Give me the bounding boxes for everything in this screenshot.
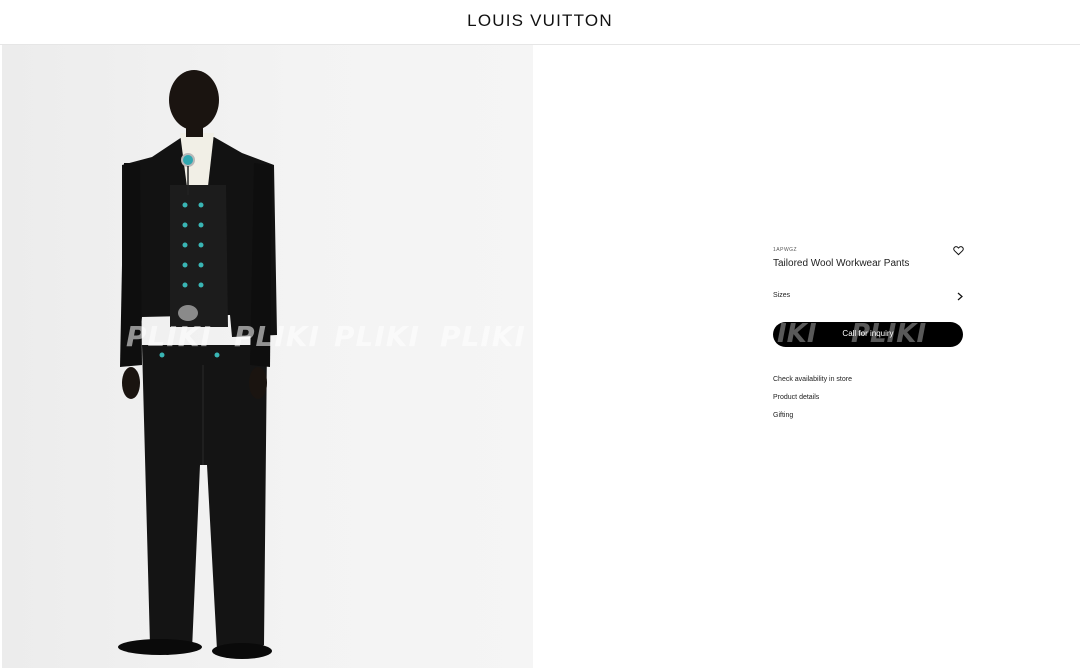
sizes-selector[interactable]: Sizes (773, 291, 963, 303)
product-name: Tailored Wool Workwear Pants (773, 258, 910, 269)
heart-icon[interactable] (953, 245, 964, 256)
model-illustration (118, 70, 277, 659)
watermark-text: PLIKI (234, 320, 320, 353)
site-header: LOUIS VUITTON (0, 0, 1080, 45)
product-image[interactable]: PLIKI PLIKI PLIKI PLIKI (2, 45, 533, 668)
product-sku: 1APWGZ (773, 247, 798, 253)
brand-logo[interactable]: LOUIS VUITTON (0, 11, 1080, 31)
call-for-inquiry-label: Call for inquiry (842, 329, 894, 338)
product-details-link[interactable]: Product details (773, 394, 819, 401)
watermark-text: PLIKI (334, 320, 420, 353)
watermark-text: PLIKI (126, 320, 212, 353)
gifting-link[interactable]: Gifting (773, 412, 793, 419)
check-availability-link[interactable]: Check availability in store (773, 376, 852, 383)
call-for-inquiry-button[interactable]: IKI PLIKI Call for inquiry (773, 322, 963, 347)
watermark-text: PLIKI (440, 320, 526, 353)
sizes-label: Sizes (773, 292, 791, 299)
chevron-right-icon (957, 292, 963, 301)
